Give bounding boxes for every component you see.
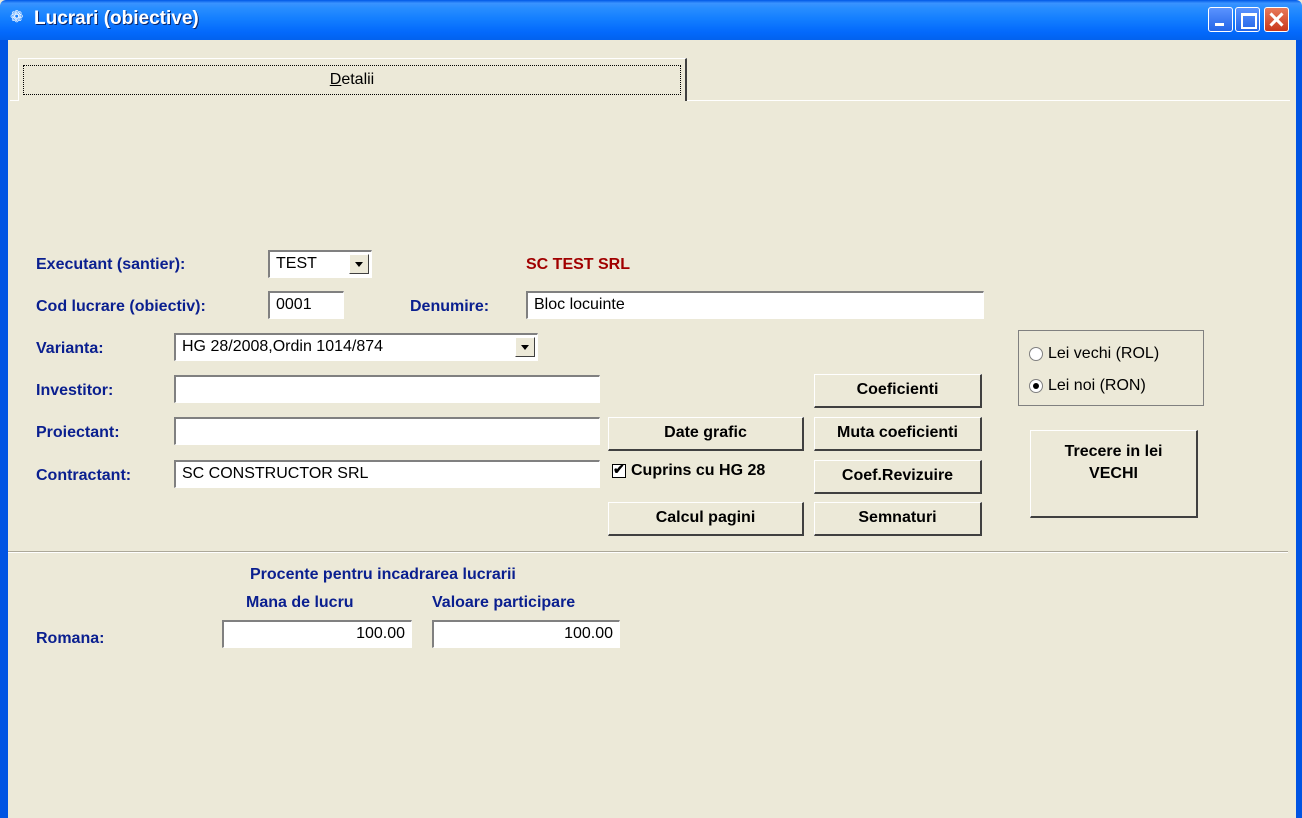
tab-detalii-label: Detalii <box>23 65 681 95</box>
section-divider <box>8 551 1288 553</box>
proiectant-input[interactable] <box>174 417 600 445</box>
chevron-down-icon[interactable] <box>515 337 535 357</box>
calcul-pagini-button[interactable]: Calcul pagini <box>608 502 804 536</box>
varianta-value: HG 28/2008,Ordin 1014/874 <box>182 338 384 355</box>
denumire-input[interactable]: Bloc locuinte <box>526 291 984 319</box>
executant-name: SC TEST SRL <box>526 256 631 273</box>
tab-detalii[interactable]: Detalii <box>18 58 687 101</box>
maximize-button[interactable] <box>1235 7 1260 32</box>
executant-combo[interactable]: TEST <box>268 250 372 278</box>
cod-lucrare-input[interactable]: 0001 <box>268 291 344 319</box>
varianta-combo[interactable]: HG 28/2008,Ordin 1014/874 <box>174 333 538 361</box>
muta-coeficienti-button[interactable]: Muta coeficienti <box>814 417 982 451</box>
radio-icon[interactable] <box>1029 346 1043 361</box>
date-grafic-button[interactable]: Date grafic <box>608 417 804 451</box>
contractant-input[interactable]: SC CONSTRUCTOR SRL <box>174 460 600 488</box>
window-frame-right <box>1296 40 1302 818</box>
window-title: Lucrari (obiective) <box>34 8 199 29</box>
coeficienti-button[interactable]: Coeficienti <box>814 374 982 408</box>
currency-radio-group: Lei vechi (ROL) Lei noi (RON) <box>1018 330 1204 406</box>
valoare-participare-input[interactable]: 100.00 <box>432 620 620 648</box>
minimize-button[interactable] <box>1208 7 1233 32</box>
procente-title: Procente pentru incadrarea lucrarii <box>250 566 516 583</box>
investitor-input[interactable] <box>174 375 600 403</box>
window: ❁ Lucrari (obiective) Detalii Executant … <box>0 0 1302 818</box>
investitor-label: Investitor: <box>36 382 114 399</box>
varianta-label: Varianta: <box>36 340 104 357</box>
radio-lei-vechi[interactable]: Lei vechi (ROL) <box>1029 345 1159 363</box>
coef-revizuire-button[interactable]: Coef.Revizuire <box>814 460 982 494</box>
window-frame-left <box>0 40 8 818</box>
title-bar[interactable]: ❁ Lucrari (obiective) <box>0 0 1302 40</box>
radio-selected-icon[interactable] <box>1029 378 1043 393</box>
checkbox-checked-icon[interactable] <box>612 461 626 478</box>
close-button[interactable] <box>1264 7 1289 32</box>
cuprins-checkbox[interactable]: Cuprins cu HG 28 <box>612 461 766 480</box>
semnaturi-button[interactable]: Semnaturi <box>814 502 982 536</box>
trecere-lei-vechi-button[interactable]: Trecere in lei VECHI <box>1030 430 1198 518</box>
executant-value: TEST <box>276 255 317 272</box>
romana-label: Romana: <box>36 630 105 647</box>
app-icon: ❁ <box>10 9 24 26</box>
radio-lei-noi[interactable]: Lei noi (RON) <box>1029 377 1146 395</box>
executant-label: Executant (santier): <box>36 256 186 273</box>
mana-de-lucru-input[interactable]: 100.00 <box>222 620 412 648</box>
chevron-down-icon[interactable] <box>349 254 369 274</box>
proiectant-label: Proiectant: <box>36 424 120 441</box>
cod-lucrare-label: Cod lucrare (obiectiv): <box>36 298 206 315</box>
contractant-label: Contractant: <box>36 467 132 484</box>
cuprins-label: Cuprins cu HG 28 <box>631 462 766 479</box>
valoare-participare-label: Valoare participare <box>432 594 576 611</box>
denumire-label: Denumire: <box>410 298 490 315</box>
mana-de-lucru-label: Mana de lucru <box>246 594 354 611</box>
